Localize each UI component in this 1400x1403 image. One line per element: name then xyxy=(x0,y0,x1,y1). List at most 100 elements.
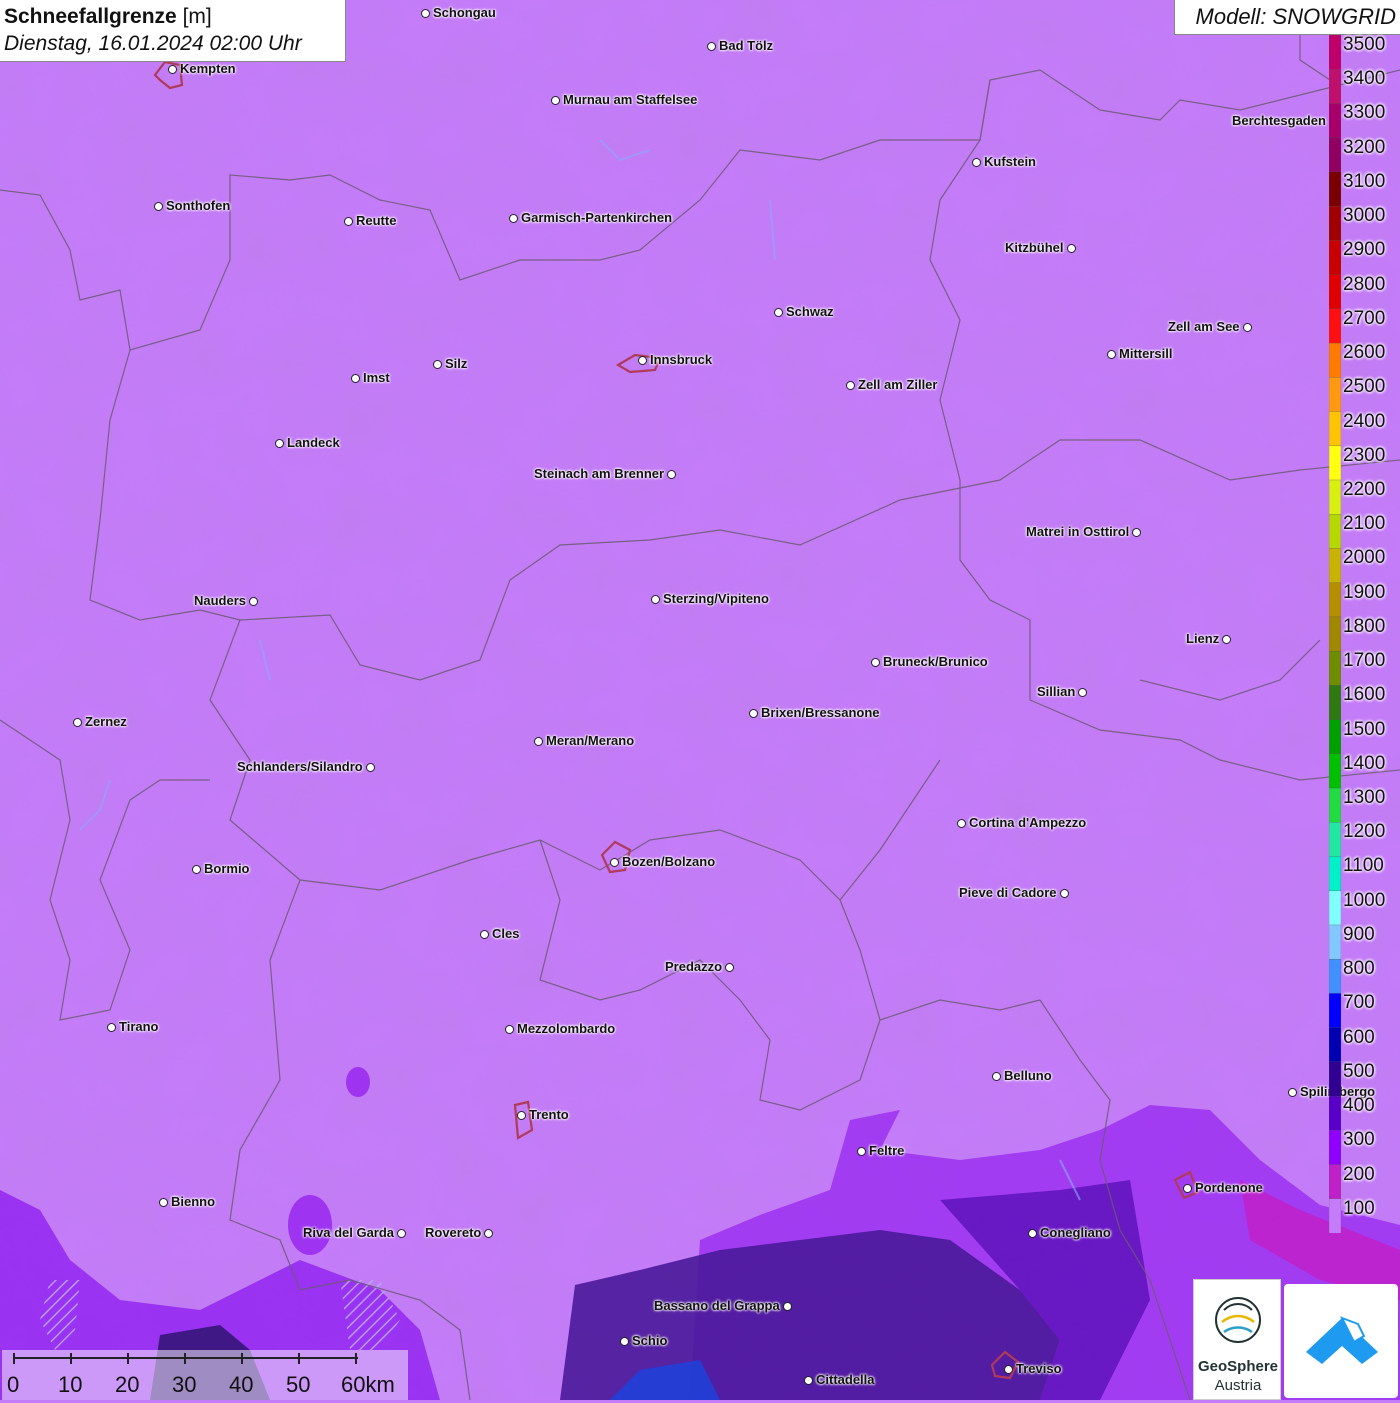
scale-tick-label: 0 xyxy=(7,1372,20,1397)
city-marker xyxy=(707,42,716,51)
city-label: Bassano del Grappa xyxy=(654,1298,780,1313)
legend-label: 3400 xyxy=(1343,68,1386,90)
city-marker xyxy=(366,763,375,772)
legend-label: 400 xyxy=(1343,1095,1375,1117)
city-label: Brixen/Bressanone xyxy=(761,705,880,720)
city-marker xyxy=(1067,244,1076,253)
legend-label: 600 xyxy=(1343,1026,1375,1048)
city-label: Matrei in Osttirol xyxy=(1026,524,1130,539)
legend-swatch xyxy=(1329,171,1341,207)
city-label: Sterzing/Vipiteno xyxy=(663,591,769,606)
scale-tick-label: 10 xyxy=(58,1372,83,1397)
legend-label: 2600 xyxy=(1343,342,1386,364)
city-label: Kufstein xyxy=(984,154,1036,169)
city-label: Steinach am Brenner xyxy=(534,466,665,481)
legend-swatch xyxy=(1329,753,1341,789)
city-label: Bozen/Bolzano xyxy=(622,854,716,869)
city-marker xyxy=(846,381,855,390)
city-label: Imst xyxy=(363,370,390,385)
legend-label: 2800 xyxy=(1343,273,1386,295)
legend-label: 3300 xyxy=(1343,102,1386,124)
city-marker xyxy=(749,709,758,718)
city-label: Schio xyxy=(632,1333,668,1348)
legend-swatch xyxy=(1329,411,1341,447)
city-marker xyxy=(1004,1365,1013,1374)
legend-swatch xyxy=(1329,69,1341,105)
legend-swatch xyxy=(1329,650,1341,686)
city-label: Mittersill xyxy=(1119,346,1173,361)
legend-swatch xyxy=(1329,993,1341,1029)
city-label: Trento xyxy=(529,1107,569,1122)
city-label: Rovereto xyxy=(425,1225,482,1240)
city-label: Nauders xyxy=(194,593,247,608)
city-marker xyxy=(159,1198,168,1207)
legend-label: 2900 xyxy=(1343,239,1386,261)
legend-swatch xyxy=(1329,445,1341,481)
city-label: Reutte xyxy=(356,213,397,228)
city-label: Silz xyxy=(445,356,468,371)
city-marker xyxy=(620,1337,629,1346)
city-label: Belluno xyxy=(1004,1068,1052,1083)
legend-swatch xyxy=(1329,685,1341,721)
city-label: Schlanders/Silandro xyxy=(237,759,363,774)
legend-label: 100 xyxy=(1343,1197,1375,1219)
city-label: Pordenone xyxy=(1195,1180,1263,1195)
city-marker xyxy=(857,1147,866,1156)
city-marker xyxy=(1222,635,1231,644)
city-label: Tirano xyxy=(119,1019,159,1034)
city-label: Conegliano xyxy=(1040,1225,1111,1240)
city-marker xyxy=(1060,889,1069,898)
legend-label: 2200 xyxy=(1343,478,1386,500)
city-label: Cortina d'Ampezzo xyxy=(969,815,1087,830)
city-label: Feltre xyxy=(869,1143,905,1158)
legend-label: 2000 xyxy=(1343,547,1386,569)
city-marker xyxy=(73,718,82,727)
legend-label: 1400 xyxy=(1343,752,1386,774)
city-marker xyxy=(517,1111,526,1120)
city-marker xyxy=(1028,1229,1037,1238)
city-marker xyxy=(249,597,258,606)
city-marker xyxy=(610,858,619,867)
legend-label: 1700 xyxy=(1343,650,1386,672)
city-label: Cles xyxy=(492,926,520,941)
city-label: Meran/Merano xyxy=(546,733,635,748)
legend-label: 200 xyxy=(1343,1163,1375,1185)
app-logo xyxy=(1284,1284,1398,1398)
scale-tick-label: 50 xyxy=(286,1372,311,1397)
city-marker xyxy=(1243,323,1252,332)
legend-label: 900 xyxy=(1343,923,1375,945)
city-marker xyxy=(480,930,489,939)
legend-swatch xyxy=(1329,479,1341,515)
legend-label: 1300 xyxy=(1343,787,1386,809)
city-marker xyxy=(871,658,880,667)
city-label: Zell am See xyxy=(1168,319,1240,334)
city-label: Predazzo xyxy=(665,959,723,974)
city-marker xyxy=(992,1072,1001,1081)
city-marker xyxy=(725,963,734,972)
legend-swatch xyxy=(1329,1061,1341,1097)
city-label: Sillian xyxy=(1037,684,1076,699)
scale-tick-label: 20 xyxy=(115,1372,140,1397)
city-label: Lienz xyxy=(1186,631,1220,646)
map-title-unit: [m] xyxy=(176,5,212,28)
city-marker xyxy=(433,360,442,369)
legend-label: 1000 xyxy=(1343,889,1386,911)
city-label: Bormio xyxy=(204,861,250,876)
legend-swatch xyxy=(1329,137,1341,173)
legend-label: 1200 xyxy=(1343,821,1386,843)
legend-swatch xyxy=(1329,205,1341,242)
geosphere-emblem-icon xyxy=(1215,1297,1261,1343)
city-label: Bad Tölz xyxy=(719,38,774,53)
legend-label: 1500 xyxy=(1343,718,1386,740)
city-marker xyxy=(534,737,543,746)
legend-swatch xyxy=(1329,274,1341,310)
legend-label: 3500 xyxy=(1343,34,1386,55)
legend-label: 700 xyxy=(1343,992,1375,1014)
legend-label: 3200 xyxy=(1343,136,1386,158)
city-label: Bienno xyxy=(171,1194,216,1209)
legend-swatch xyxy=(1329,514,1341,550)
city-marker xyxy=(505,1025,514,1034)
geosphere-logo-line1: GeoSphere xyxy=(1197,1358,1279,1375)
legend-swatch xyxy=(1329,308,1341,344)
scale-tick-label: 30 xyxy=(172,1372,197,1397)
